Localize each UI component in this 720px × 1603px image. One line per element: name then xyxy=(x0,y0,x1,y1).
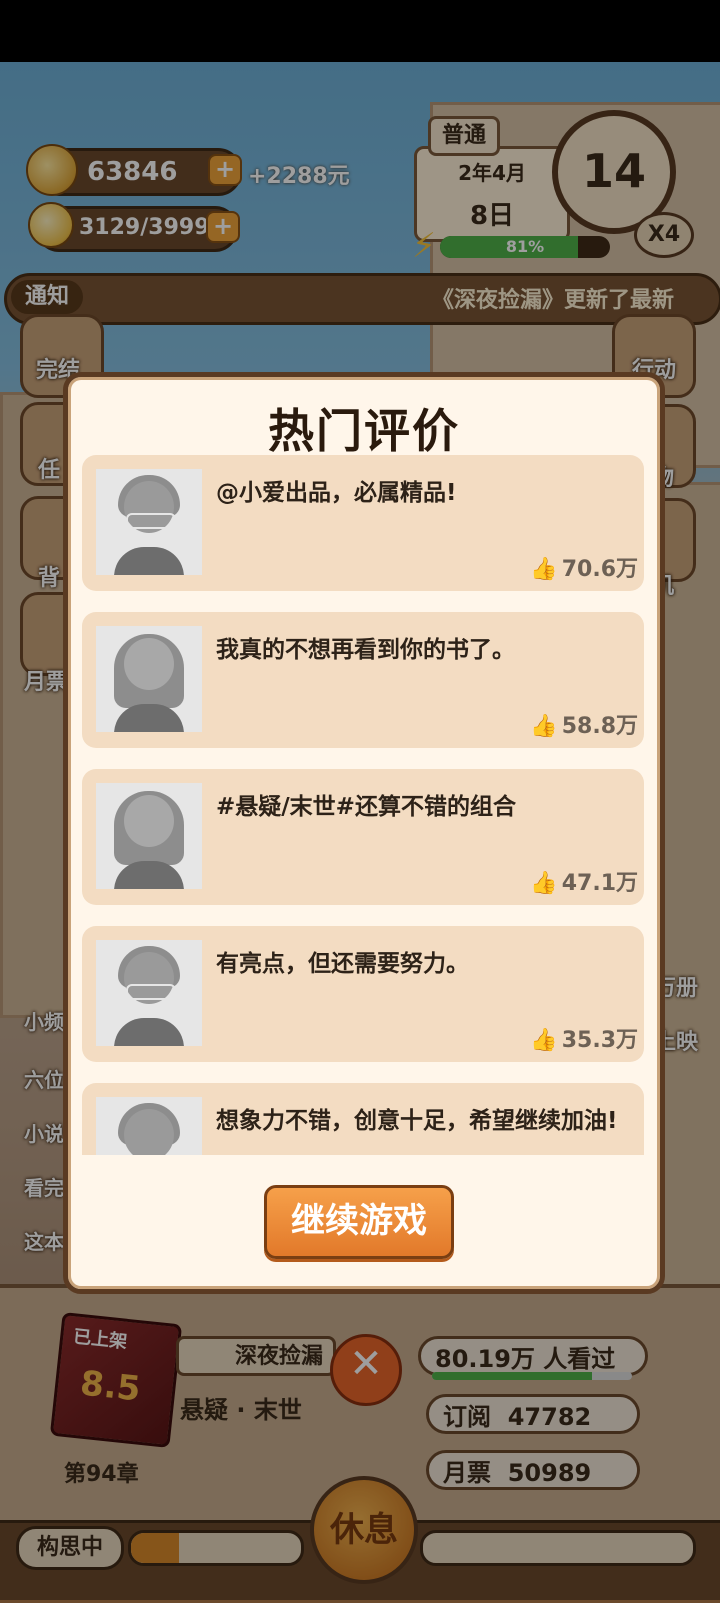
review-likes: 👍 58.8万 xyxy=(530,708,638,740)
review-text: 想象力不错，创意十足，希望继续加油! xyxy=(216,1108,618,1134)
avatar xyxy=(96,940,202,1046)
avatar xyxy=(96,783,202,889)
thumbs-up-icon: 👍 xyxy=(530,871,558,896)
review-card: #悬疑/末世#还算不错的组合 👍 47.1万 xyxy=(82,769,644,905)
review-card: 想象力不错，创意十足，希望继续加油! xyxy=(82,1083,644,1155)
avatar-glasses xyxy=(126,984,176,1000)
continue-game-button[interactable]: 继续游戏 xyxy=(264,1185,454,1259)
status-bar xyxy=(0,0,720,62)
thumbs-up-icon: 👍 xyxy=(530,714,558,739)
avatar xyxy=(96,1097,202,1155)
review-text: @小爱出品，必属精品! xyxy=(216,480,457,506)
likes-count: 35.3万 xyxy=(561,1028,638,1053)
review-text: 有亮点，但还需要努力。 xyxy=(216,951,469,977)
review-card: @小爱出品，必属精品! 👍 70.6万 xyxy=(82,455,644,591)
review-likes: 👍 35.3万 xyxy=(530,1022,638,1054)
review-card: 我真的不想再看到你的书了。 👍 58.8万 xyxy=(82,612,644,748)
reviews-list[interactable]: @小爱出品，必属精品! 👍 70.6万 我真的不想再看到你的书了。 👍 58.8万 … xyxy=(82,455,644,1155)
review-likes: 👍 47.1万 xyxy=(530,865,638,897)
avatar-body xyxy=(114,704,184,732)
likes-count: 70.6万 xyxy=(561,557,638,582)
avatar-head xyxy=(124,638,174,690)
avatar-glasses xyxy=(126,513,176,529)
modal-title: 热门评价 xyxy=(268,404,460,458)
avatar-head xyxy=(124,795,174,847)
avatar-body xyxy=(114,547,184,575)
avatar-body xyxy=(114,1018,184,1046)
avatar xyxy=(96,469,202,575)
avatar-head xyxy=(124,1109,174,1155)
review-text: #悬疑/末世#还算不错的组合 xyxy=(216,794,516,820)
review-likes: 👍 70.6万 xyxy=(530,551,638,583)
hot-reviews-modal: 热门评价 @小爱出品，必属精品! 👍 70.6万 我真的不想再看到你的书了。 👍 5… xyxy=(63,372,665,1294)
likes-count: 58.8万 xyxy=(561,714,638,739)
review-card: 有亮点，但还需要努力。 👍 35.3万 xyxy=(82,926,644,1062)
thumbs-up-icon: 👍 xyxy=(530,1028,558,1053)
review-text: 我真的不想再看到你的书了。 xyxy=(216,637,515,663)
avatar-body xyxy=(114,861,184,889)
likes-count: 47.1万 xyxy=(561,871,638,896)
thumbs-up-icon: 👍 xyxy=(530,557,558,582)
avatar xyxy=(96,626,202,732)
